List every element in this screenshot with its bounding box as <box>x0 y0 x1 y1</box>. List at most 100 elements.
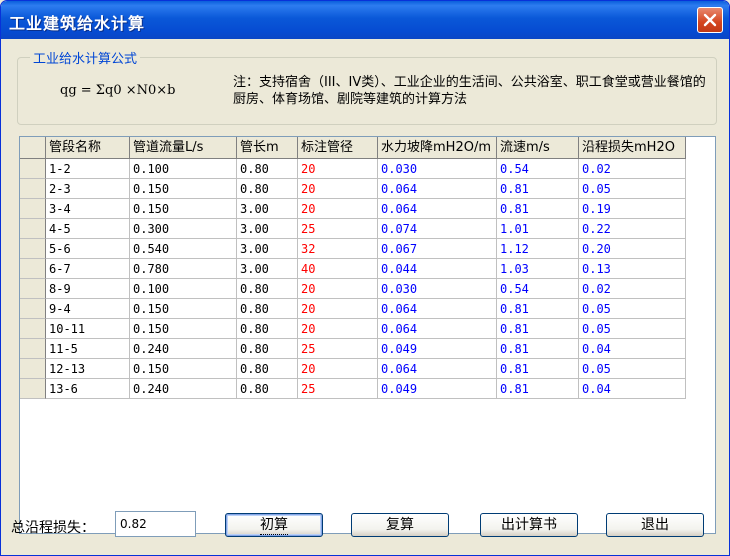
loss-cell[interactable]: 0.05 <box>579 179 686 199</box>
gradient-cell[interactable]: 0.044 <box>378 259 497 279</box>
velocity-cell[interactable]: 1.03 <box>497 259 579 279</box>
table-row[interactable]: 10-11 0.150 0.80 20 0.064 0.81 0.05 <box>20 319 686 339</box>
length-cell[interactable]: 0.80 <box>237 179 298 199</box>
corner-cell[interactable] <box>20 137 46 159</box>
velocity-cell[interactable]: 0.54 <box>497 159 579 179</box>
segment-name-cell[interactable]: 9-4 <box>46 299 130 319</box>
diameter-cell[interactable]: 20 <box>298 179 378 199</box>
loss-cell[interactable]: 0.05 <box>579 319 686 339</box>
exit-button[interactable]: 退出 <box>606 513 704 537</box>
row-header-cell[interactable] <box>20 259 46 279</box>
column-header[interactable]: 沿程损失mH2O <box>579 137 686 159</box>
row-header-cell[interactable] <box>20 159 46 179</box>
gradient-cell[interactable]: 0.030 <box>378 279 497 299</box>
gradient-cell[interactable]: 0.064 <box>378 319 497 339</box>
diameter-cell[interactable]: 25 <box>298 219 378 239</box>
column-header[interactable]: 管长m <box>237 137 298 159</box>
gradient-cell[interactable]: 0.030 <box>378 159 497 179</box>
column-header[interactable]: 管道流量L/s <box>130 137 237 159</box>
table-row[interactable]: 8-9 0.100 0.80 20 0.030 0.54 0.02 <box>20 279 686 299</box>
segment-name-cell[interactable]: 1-2 <box>46 159 130 179</box>
diameter-cell[interactable]: 25 <box>298 379 378 399</box>
table-row[interactable]: 4-5 0.300 3.00 25 0.074 1.01 0.22 <box>20 219 686 239</box>
initial-calc-button[interactable]: 初算 <box>225 513 323 537</box>
diameter-cell[interactable]: 25 <box>298 339 378 359</box>
segment-name-cell[interactable]: 2-3 <box>46 179 130 199</box>
diameter-cell[interactable]: 20 <box>298 199 378 219</box>
row-header-cell[interactable] <box>20 199 46 219</box>
segment-name-cell[interactable]: 5-6 <box>46 239 130 259</box>
row-header-cell[interactable] <box>20 219 46 239</box>
table-row[interactable]: 11-5 0.240 0.80 25 0.049 0.81 0.04 <box>20 339 686 359</box>
column-header[interactable]: 水力坡降mH2O/m <box>378 137 497 159</box>
flow-cell[interactable]: 0.780 <box>130 259 237 279</box>
flow-cell[interactable]: 0.150 <box>130 199 237 219</box>
row-header-cell[interactable] <box>20 319 46 339</box>
recalc-button[interactable]: 复算 <box>351 513 449 537</box>
length-cell[interactable]: 0.80 <box>237 379 298 399</box>
loss-cell[interactable]: 0.13 <box>579 259 686 279</box>
segment-name-cell[interactable]: 6-7 <box>46 259 130 279</box>
diameter-cell[interactable]: 32 <box>298 239 378 259</box>
segment-name-cell[interactable]: 3-4 <box>46 199 130 219</box>
length-cell[interactable]: 3.00 <box>237 239 298 259</box>
loss-cell[interactable]: 0.05 <box>579 299 686 319</box>
velocity-cell[interactable]: 0.54 <box>497 279 579 299</box>
diameter-cell[interactable]: 40 <box>298 259 378 279</box>
flow-cell[interactable]: 0.150 <box>130 319 237 339</box>
length-cell[interactable]: 0.80 <box>237 299 298 319</box>
loss-cell[interactable]: 0.05 <box>579 359 686 379</box>
table-row[interactable]: 6-7 0.780 3.00 40 0.044 1.03 0.13 <box>20 259 686 279</box>
gradient-cell[interactable]: 0.064 <box>378 199 497 219</box>
loss-cell[interactable]: 0.20 <box>579 239 686 259</box>
velocity-cell[interactable]: 1.12 <box>497 239 579 259</box>
table-row[interactable]: 3-4 0.150 3.00 20 0.064 0.81 0.19 <box>20 199 686 219</box>
table-row[interactable]: 1-2 0.100 0.80 20 0.030 0.54 0.02 <box>20 159 686 179</box>
diameter-cell[interactable]: 20 <box>298 299 378 319</box>
flow-cell[interactable]: 0.150 <box>130 359 237 379</box>
length-cell[interactable]: 3.00 <box>237 219 298 239</box>
flow-cell[interactable]: 0.240 <box>130 339 237 359</box>
flow-cell[interactable]: 0.300 <box>130 219 237 239</box>
length-cell[interactable]: 3.00 <box>237 199 298 219</box>
flow-cell[interactable]: 0.150 <box>130 299 237 319</box>
diameter-cell[interactable]: 20 <box>298 159 378 179</box>
loss-cell[interactable]: 0.19 <box>579 199 686 219</box>
velocity-cell[interactable]: 0.81 <box>497 179 579 199</box>
flow-cell[interactable]: 0.150 <box>130 179 237 199</box>
gradient-cell[interactable]: 0.049 <box>378 379 497 399</box>
segment-name-cell[interactable]: 10-11 <box>46 319 130 339</box>
velocity-cell[interactable]: 0.81 <box>497 319 579 339</box>
length-cell[interactable]: 0.80 <box>237 339 298 359</box>
title-bar[interactable]: 工业建筑给水计算 <box>1 1 729 39</box>
flow-cell[interactable]: 0.100 <box>130 279 237 299</box>
loss-cell[interactable]: 0.04 <box>579 339 686 359</box>
table-row[interactable]: 13-6 0.240 0.80 25 0.049 0.81 0.04 <box>20 379 686 399</box>
table-row[interactable]: 12-13 0.150 0.80 20 0.064 0.81 0.05 <box>20 359 686 379</box>
flow-cell[interactable]: 0.540 <box>130 239 237 259</box>
loss-cell[interactable]: 0.02 <box>579 279 686 299</box>
length-cell[interactable]: 0.80 <box>237 279 298 299</box>
diameter-cell[interactable]: 20 <box>298 359 378 379</box>
velocity-cell[interactable]: 1.01 <box>497 219 579 239</box>
row-header-cell[interactable] <box>20 339 46 359</box>
results-table[interactable]: 管段名称 管道流量L/s 管长m 标注管径 水力坡降mH2O/m 流速m/s 沿… <box>19 136 716 534</box>
flow-cell[interactable]: 0.240 <box>130 379 237 399</box>
loss-cell[interactable]: 0.04 <box>579 379 686 399</box>
gradient-cell[interactable]: 0.064 <box>378 299 497 319</box>
total-loss-field[interactable]: 0.82 <box>115 511 196 537</box>
length-cell[interactable]: 3.00 <box>237 259 298 279</box>
velocity-cell[interactable]: 0.81 <box>497 199 579 219</box>
segment-name-cell[interactable]: 4-5 <box>46 219 130 239</box>
row-header-cell[interactable] <box>20 239 46 259</box>
gradient-cell[interactable]: 0.067 <box>378 239 497 259</box>
gradient-cell[interactable]: 0.074 <box>378 219 497 239</box>
diameter-cell[interactable]: 20 <box>298 319 378 339</box>
column-header[interactable]: 标注管径 <box>298 137 378 159</box>
column-header[interactable]: 管段名称 <box>46 137 130 159</box>
row-header-cell[interactable] <box>20 179 46 199</box>
segment-name-cell[interactable]: 11-5 <box>46 339 130 359</box>
segment-name-cell[interactable]: 8-9 <box>46 279 130 299</box>
loss-cell[interactable]: 0.02 <box>579 159 686 179</box>
length-cell[interactable]: 0.80 <box>237 319 298 339</box>
